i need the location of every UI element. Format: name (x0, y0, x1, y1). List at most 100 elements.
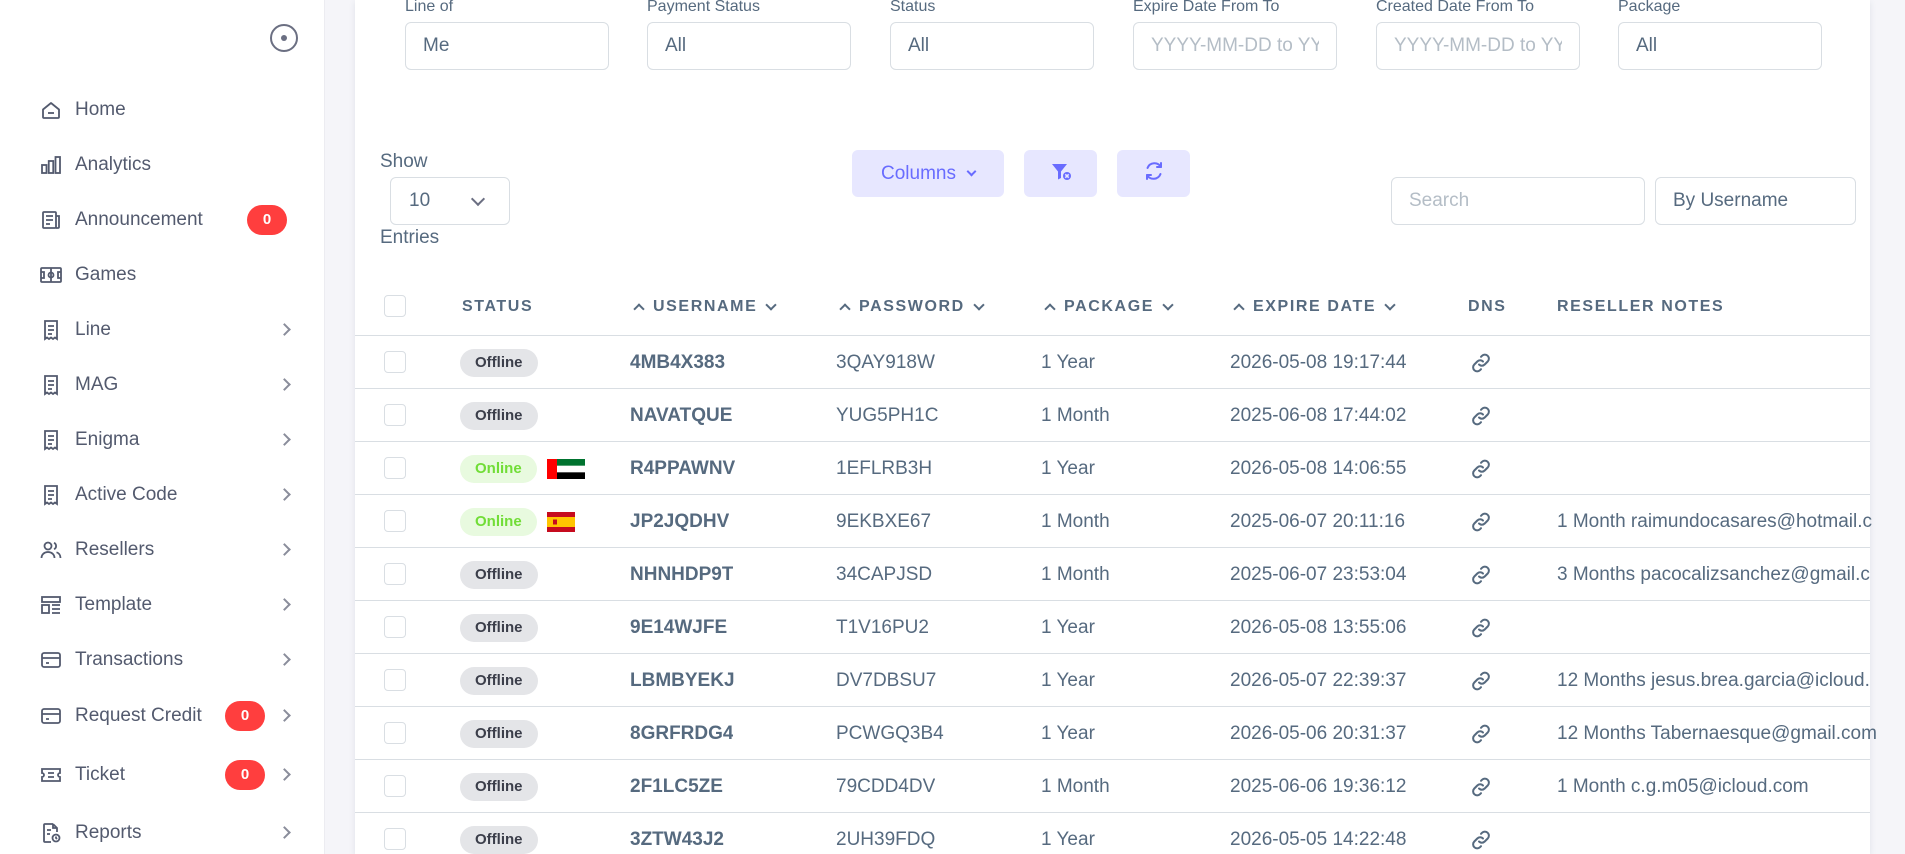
dns-link-icon[interactable] (1469, 442, 1493, 495)
table-row[interactable]: Online R4PPAWNV 1EFLRB3H 1 Year 2026-05-08 1… (355, 442, 1870, 495)
refresh-button[interactable] (1117, 150, 1190, 197)
sidebar-item-active-code[interactable]: Active Code (0, 467, 325, 522)
row-checkbox[interactable] (384, 510, 406, 532)
table-row[interactable]: Offline 4MB4X383 3QAY918W 1 Year 2026-05-08 … (355, 336, 1870, 389)
sidebar-item-request-credit[interactable]: Request Credit 0 (0, 687, 325, 744)
table-header: STATUS USERNAME PASSWORD PACKAGE EXPIRE … (355, 277, 1870, 336)
sort-asc-icon[interactable] (839, 302, 851, 315)
sidebar-item-games[interactable]: Games (0, 247, 325, 302)
dns-link-icon[interactable] (1469, 707, 1493, 760)
row-checkbox[interactable] (384, 563, 406, 585)
sort-desc-icon[interactable] (1162, 298, 1174, 311)
filter-expire-date: Expire Date From To (1133, 0, 1337, 70)
dns-link-icon[interactable] (1469, 760, 1493, 813)
status-badge: Offline (460, 560, 538, 589)
dns-link-icon[interactable] (1469, 389, 1493, 442)
column-header-expire-date[interactable]: EXPIRE DATE (1233, 277, 1396, 336)
columns-button[interactable]: Columns (852, 150, 1004, 197)
table-row[interactable]: Offline 3ZTW43J2 2UH39FDQ 1 Year 2026-05-05 … (355, 813, 1870, 854)
expire-date-range-input[interactable] (1133, 22, 1337, 70)
sort-asc-icon[interactable] (633, 302, 645, 315)
sort-desc-icon[interactable] (973, 298, 985, 311)
row-checkbox[interactable] (384, 616, 406, 638)
sidebar-item-home[interactable]: Home (0, 82, 325, 137)
package-cell: 1 Month (1041, 775, 1110, 797)
row-checkbox[interactable] (384, 457, 406, 479)
table-row[interactable]: Offline 8GRFRDG4 PCWGQ3B4 1 Year 2026-05-06 … (355, 707, 1877, 760)
table-row[interactable]: Offline NAVATQUE YUG5PH1C 1 Month 2025-06-08… (355, 389, 1870, 442)
search-by-select[interactable]: By Username (1655, 177, 1856, 225)
username-cell[interactable]: 9E14WJFE (630, 601, 727, 654)
row-checkbox[interactable] (384, 351, 406, 373)
sidebar-item-announcement[interactable]: Announcement 0 (0, 192, 325, 247)
table-row[interactable]: Offline LBMBYEKJ DV7DBSU7 1 Year 2026-05-07 … (355, 654, 1870, 707)
column-header-dns-label: DNS (1468, 297, 1507, 315)
sidebar-item-label: Transactions (75, 648, 184, 670)
payment-status-select[interactable] (647, 22, 851, 70)
username-cell[interactable]: NHNHDP9T (630, 548, 733, 601)
username-cell[interactable]: 2F1LC5ZE (630, 760, 723, 813)
row-checkbox[interactable] (384, 722, 406, 744)
show-label: Show (380, 151, 428, 172)
username-cell[interactable]: NAVATQUE (630, 389, 732, 442)
sidebar-item-analytics[interactable]: Analytics (0, 137, 325, 192)
search-input[interactable] (1391, 177, 1645, 225)
table-row[interactable]: Online JP2JQDHV 9EKBXE67 1 Month 2025-06-07 … (355, 495, 1872, 548)
dns-link-icon[interactable] (1469, 548, 1493, 601)
sidebar-item-template[interactable]: Template (0, 577, 325, 632)
count-badge: 0 (225, 700, 265, 731)
sort-desc-icon[interactable] (765, 298, 778, 311)
username-cell[interactable]: 4MB4X383 (630, 336, 725, 389)
row-checkbox[interactable] (384, 669, 406, 691)
filter-status: Status (890, 0, 1094, 70)
sort-desc-icon[interactable] (1384, 298, 1396, 311)
dns-link-icon[interactable] (1469, 654, 1493, 707)
status-cell: Offline (460, 548, 538, 601)
sidebar-item-reports[interactable]: Reports (0, 805, 325, 854)
line-of-select[interactable] (405, 22, 609, 70)
reseller-notes-cell: 3 Months pacocalizsanchez@gmail.c (1557, 563, 1870, 585)
package-select[interactable] (1618, 22, 1822, 70)
clear-filters-button[interactable] (1024, 150, 1097, 197)
column-header-dns: DNS (1468, 277, 1507, 336)
dns-link-icon[interactable] (1469, 601, 1493, 654)
dns-link-icon[interactable] (1469, 813, 1493, 854)
row-checkbox[interactable] (384, 775, 406, 797)
chevron-right-icon (278, 487, 291, 501)
dns-link-icon[interactable] (1469, 495, 1493, 548)
username-cell[interactable]: 3ZTW43J2 (630, 813, 724, 854)
column-header-username[interactable]: USERNAME (633, 277, 778, 336)
entries-per-page-select[interactable]: 10 (390, 177, 510, 225)
dns-link-icon[interactable] (1469, 336, 1493, 389)
username-cell[interactable]: JP2JQDHV (630, 495, 729, 548)
chevron-right-icon (278, 377, 291, 391)
sidebar-toggle-icon[interactable] (270, 24, 298, 52)
username-cell[interactable]: LBMBYEKJ (630, 654, 735, 707)
created-date-range-input[interactable] (1376, 22, 1580, 70)
sort-asc-icon[interactable] (1044, 302, 1056, 315)
table-row[interactable]: Offline NHNHDP9T 34CAPJSD 1 Month 2025-06-07… (355, 548, 1870, 601)
sidebar-item-label: Template (75, 593, 153, 615)
column-header-password[interactable]: PASSWORD (839, 277, 985, 336)
table-row[interactable]: Offline 9E14WJFE T1V16PU2 1 Year 2026-05-08 … (355, 601, 1870, 654)
column-header-package[interactable]: PACKAGE (1044, 277, 1174, 336)
select-all-checkbox[interactable] (384, 295, 406, 317)
status-select[interactable] (890, 22, 1094, 70)
password-cell: 34CAPJSD (836, 563, 933, 585)
sidebar-item-resellers[interactable]: Resellers (0, 522, 325, 577)
row-checkbox[interactable] (384, 828, 406, 850)
username-cell[interactable]: R4PPAWNV (630, 442, 735, 495)
username-cell[interactable]: 8GRFRDG4 (630, 707, 733, 760)
sidebar-item-enigma[interactable]: Enigma (0, 412, 325, 467)
sidebar-item-mag[interactable]: MAG (0, 357, 325, 412)
filter-created-date: Created Date From To (1376, 0, 1580, 70)
sidebar-item-label: Resellers (75, 538, 155, 560)
table-row[interactable]: Offline 2F1LC5ZE 79CDD4DV 1 Month 2025-06-06… (355, 760, 1870, 813)
sidebar-item-transactions[interactable]: Transactions (0, 632, 325, 687)
sort-asc-icon[interactable] (1233, 302, 1245, 315)
reseller-notes-cell (1557, 442, 1882, 495)
expire-date-cell: 2026-05-05 14:22:48 (1230, 828, 1407, 850)
row-checkbox[interactable] (384, 404, 406, 426)
sidebar-item-ticket[interactable]: Ticket 0 (0, 744, 325, 805)
sidebar-item-line[interactable]: Line (0, 302, 325, 357)
